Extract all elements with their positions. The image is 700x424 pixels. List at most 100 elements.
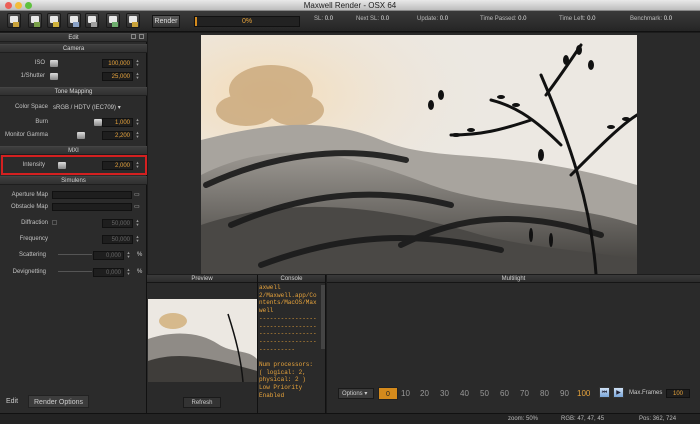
gamma-stepper[interactable]: ▲ ▼	[135, 131, 140, 140]
network-icon[interactable]	[126, 13, 140, 28]
chevron-down-icon: ▾	[117, 105, 121, 111]
position-readout: Pos: 362, 724	[639, 416, 677, 422]
color-space-value: sRGB / HDTV (IEC709)	[53, 105, 117, 111]
options-dropdown[interactable]: Options ▾	[338, 388, 374, 399]
progress-percent: 0%	[241, 18, 253, 25]
stat-sl: SL: 0.0	[314, 16, 334, 22]
panel-tabs: Edit Render Options	[0, 395, 147, 409]
render-scene-icon[interactable]	[67, 13, 81, 28]
diffraction-checkbox[interactable]	[52, 220, 57, 225]
max-frames-label: Max.Frames	[629, 390, 663, 396]
render-button[interactable]: Render	[152, 15, 180, 28]
burn-stepper[interactable]: ▲ ▼	[135, 118, 140, 127]
frequency-label: Frequency	[19, 236, 48, 242]
close-panel-icon[interactable]	[139, 34, 144, 39]
color-space-label: Color Space	[14, 104, 48, 110]
edit-panel-header: Edit	[0, 33, 147, 42]
camera-section-header: Camera	[0, 44, 147, 53]
tab-render-options[interactable]: Render Options	[28, 395, 90, 408]
stat-update: Update: 0.0	[417, 16, 449, 22]
devignetting-stepper[interactable]: ▲ ▼	[126, 268, 131, 277]
multilight-value-60[interactable]: 60	[500, 388, 509, 399]
stat-next-sl: Next SL: 0.0	[356, 16, 390, 22]
iso-field[interactable]: 100,000	[102, 59, 133, 68]
multilight-panel-header: Multilight	[327, 275, 700, 283]
minimize-window-button[interactable]	[15, 2, 22, 9]
save-image-icon[interactable]	[106, 13, 120, 28]
multilight-value-100[interactable]: 100	[577, 388, 590, 399]
multilight-value-90[interactable]: 90	[560, 388, 569, 399]
batch-render-icon[interactable]	[85, 13, 99, 28]
burn-label: Burn	[35, 119, 48, 125]
burn-field[interactable]: 1,000	[102, 118, 133, 127]
diffraction-stepper[interactable]: ▲ ▼	[135, 219, 140, 228]
stat-benchmark: Benchmark: 0.0	[630, 16, 673, 22]
multilight-value-80[interactable]: 80	[540, 388, 549, 399]
folder-icon[interactable]: ▭	[134, 203, 140, 210]
burn-slider[interactable]	[94, 119, 102, 126]
scattering-field[interactable]: 0,000	[93, 251, 124, 260]
aperture-map-label: Aperture Map	[11, 192, 48, 198]
close-window-button[interactable]	[5, 2, 12, 9]
obstacle-map-field[interactable]	[52, 203, 132, 211]
gamma-field[interactable]: 2,200	[102, 131, 133, 140]
shutter-stepper[interactable]: ▲ ▼	[135, 72, 140, 81]
multilight-value-40[interactable]: 40	[460, 388, 469, 399]
preview-image-drawing	[148, 313, 257, 382]
refresh-button[interactable]: Refresh	[183, 397, 221, 408]
scattering-slider[interactable]	[58, 254, 92, 255]
devignetting-field[interactable]: 0,000	[93, 268, 124, 277]
intensity-stepper[interactable]: ▲ ▼	[135, 161, 140, 170]
multilight-value-10[interactable]: 10	[401, 388, 410, 399]
render-image[interactable]	[201, 35, 637, 274]
save-mxi-icon[interactable]	[47, 13, 61, 28]
gamma-slider[interactable]	[77, 132, 85, 139]
mxi-section-header: MXI	[0, 146, 147, 155]
aperture-map-field[interactable]	[52, 191, 132, 199]
iso-label: ISO	[34, 60, 45, 66]
intensity-label: Intensity	[22, 162, 45, 168]
iso-stepper[interactable]: ▲ ▼	[135, 59, 140, 68]
console-scrollbar[interactable]	[321, 285, 325, 349]
float-panel-icon[interactable]	[131, 34, 136, 39]
intensity-slider[interactable]	[58, 162, 66, 169]
zoom-level: zoom: 50%	[508, 416, 539, 422]
obstacle-map-label: Obstacle Map	[10, 204, 48, 210]
scattering-stepper[interactable]: ▲ ▼	[126, 251, 131, 260]
multilight-value-0[interactable]: 0	[378, 387, 398, 400]
intensity-field[interactable]: 2,000	[102, 161, 133, 170]
scattering-percent: %	[137, 252, 143, 258]
max-frames-field[interactable]: 100	[666, 389, 690, 398]
iso-slider[interactable]	[50, 60, 58, 67]
options-label: Options	[342, 391, 363, 397]
devignetting-percent: %	[137, 269, 143, 275]
multilight-value-50[interactable]: 50	[480, 388, 489, 399]
console-output[interactable]: axwell 2/Maxwell.app/Co ntents/MacOS/Max…	[259, 284, 320, 412]
open-mxs-icon[interactable]	[7, 13, 21, 28]
stat-time-passed: Time Passed: 0.0	[480, 16, 527, 22]
shutter-slider[interactable]	[50, 73, 58, 80]
multilight-value-30[interactable]: 30	[440, 388, 449, 399]
zoom-window-button[interactable]	[25, 2, 32, 9]
simulens-section-header: Simulens	[0, 176, 147, 185]
frequency-field[interactable]: 50,000	[102, 235, 133, 244]
render-progress-bar: 0%	[194, 16, 300, 27]
color-space-select[interactable]: sRGB / HDTV (IEC709) ▾	[53, 104, 121, 111]
status-bar: zoom: 50% RGB: 47, 47, 45 Pos: 362, 724	[0, 413, 700, 424]
devignetting-slider[interactable]	[58, 271, 92, 272]
multilight-value-20[interactable]: 20	[420, 388, 429, 399]
diffraction-label: Diffraction	[21, 220, 48, 226]
preview-panel-header: Preview	[147, 275, 257, 283]
frequency-stepper[interactable]: ▲ ▼	[135, 235, 140, 244]
shutter-field[interactable]: 25,000	[102, 72, 133, 81]
skip-back-icon[interactable]: ⏮	[599, 387, 610, 398]
devignetting-label: Devignetting	[12, 269, 46, 275]
play-icon[interactable]: ▶	[613, 387, 624, 398]
tab-edit[interactable]: Edit	[6, 395, 18, 408]
render-image-drawing	[201, 35, 637, 274]
multilight-value-70[interactable]: 70	[520, 388, 529, 399]
scattering-label: Scattering	[18, 252, 46, 258]
folder-icon[interactable]: ▭	[134, 191, 140, 198]
diffraction-field[interactable]: 50,000	[102, 219, 133, 228]
save-mxs-icon[interactable]	[28, 13, 42, 28]
